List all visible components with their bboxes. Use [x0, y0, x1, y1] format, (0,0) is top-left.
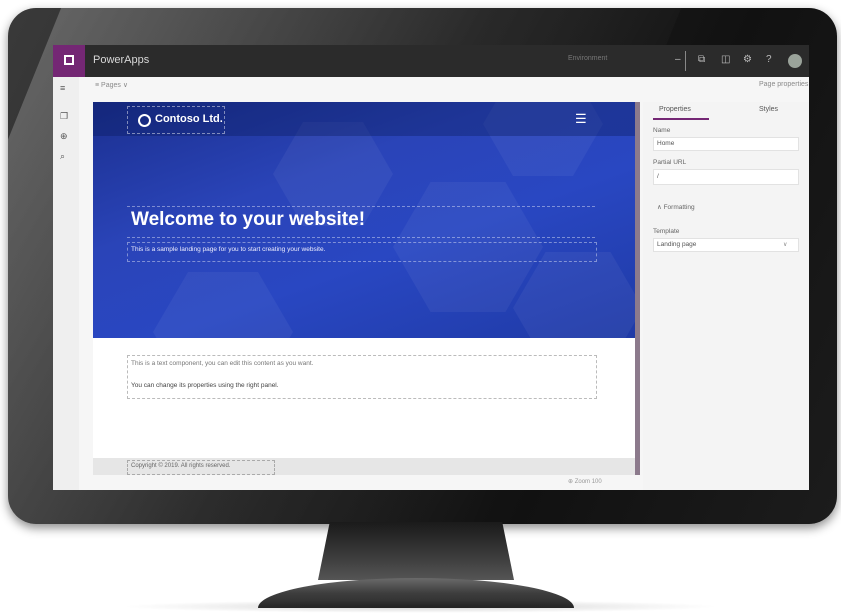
minus-icon[interactable]: – [675, 54, 681, 65]
name-value: Home [657, 140, 675, 147]
name-label: Name [653, 127, 671, 134]
components-icon[interactable]: ⊕ [60, 131, 68, 142]
help-icon[interactable]: ◫ [721, 54, 730, 65]
hero-subline[interactable]: This is a sample landing page for you to… [131, 246, 325, 253]
hero-section[interactable]: Contoso Ltd. ☰ Welcome to your website! … [93, 102, 635, 338]
url-value: / [657, 173, 659, 180]
name-field[interactable] [653, 137, 799, 151]
hero-headline[interactable]: Welcome to your website! [131, 209, 365, 231]
hero-pattern [153, 272, 293, 338]
formatting-section-toggle[interactable]: ∧ Formatting [657, 203, 695, 211]
toolbar-divider [685, 51, 686, 71]
avatar[interactable] [788, 54, 802, 68]
floor-shadow [120, 600, 720, 613]
settings-icon[interactable]: ⚙ [743, 54, 752, 65]
left-rail: ≡ ❐ ⊕ ⌕ [53, 77, 79, 490]
body-text-line-1[interactable]: This is a text component, you can edit t… [131, 360, 313, 367]
url-field[interactable] [653, 169, 799, 185]
environment-label[interactable]: Environment [568, 55, 607, 62]
search-icon[interactable]: ⌕ [60, 151, 65, 162]
contoso-logo-icon [138, 114, 151, 127]
body-text-line-2[interactable]: You can change its properties using the … [131, 382, 279, 389]
app-title: PowerApps [93, 54, 150, 66]
template-label: Template [653, 228, 680, 235]
chevron-down-icon[interactable]: ∨ [783, 241, 787, 248]
site-logo-text: Contoso Ltd. [155, 113, 223, 125]
collapse-icon[interactable]: ≡ [60, 83, 65, 93]
url-label: Partial URL [653, 159, 687, 166]
properties-panel: Properties Styles Name Home Partial URL … [643, 102, 809, 490]
pages-icon[interactable]: ❐ [60, 111, 68, 122]
canvas-scrollbar[interactable] [635, 102, 640, 475]
monitor-stand-neck [318, 522, 514, 580]
footer-text[interactable]: Copyright © 2019. All rights reserved. [131, 463, 230, 469]
app-launcher-icon[interactable] [53, 45, 85, 77]
copy-icon[interactable]: ⧉ [698, 54, 705, 65]
command-bar: ≡ Pages ∨ Page properties [79, 77, 809, 97]
question-icon[interactable]: ? [766, 54, 772, 65]
zoom-control[interactable]: ⊕ Zoom 100 [568, 478, 602, 485]
tab-properties[interactable]: Properties [659, 106, 691, 113]
pages-dropdown[interactable]: ≡ Pages ∨ [95, 81, 128, 89]
template-value: Landing page [657, 241, 697, 248]
page-properties-button[interactable]: Page properties [759, 81, 808, 88]
active-tab-indicator [653, 118, 709, 120]
hamburger-menu-icon[interactable]: ☰ [575, 111, 587, 127]
screen: PowerApps Environment – ⧉ ◫ ⚙ ? ≡ ❐ ⊕ ⌕ … [53, 45, 809, 490]
title-bar: PowerApps Environment – ⧉ ◫ ⚙ ? [53, 45, 809, 77]
page-canvas[interactable]: Contoso Ltd. ☰ Welcome to your website! … [93, 102, 635, 475]
tab-styles[interactable]: Styles [759, 106, 778, 113]
